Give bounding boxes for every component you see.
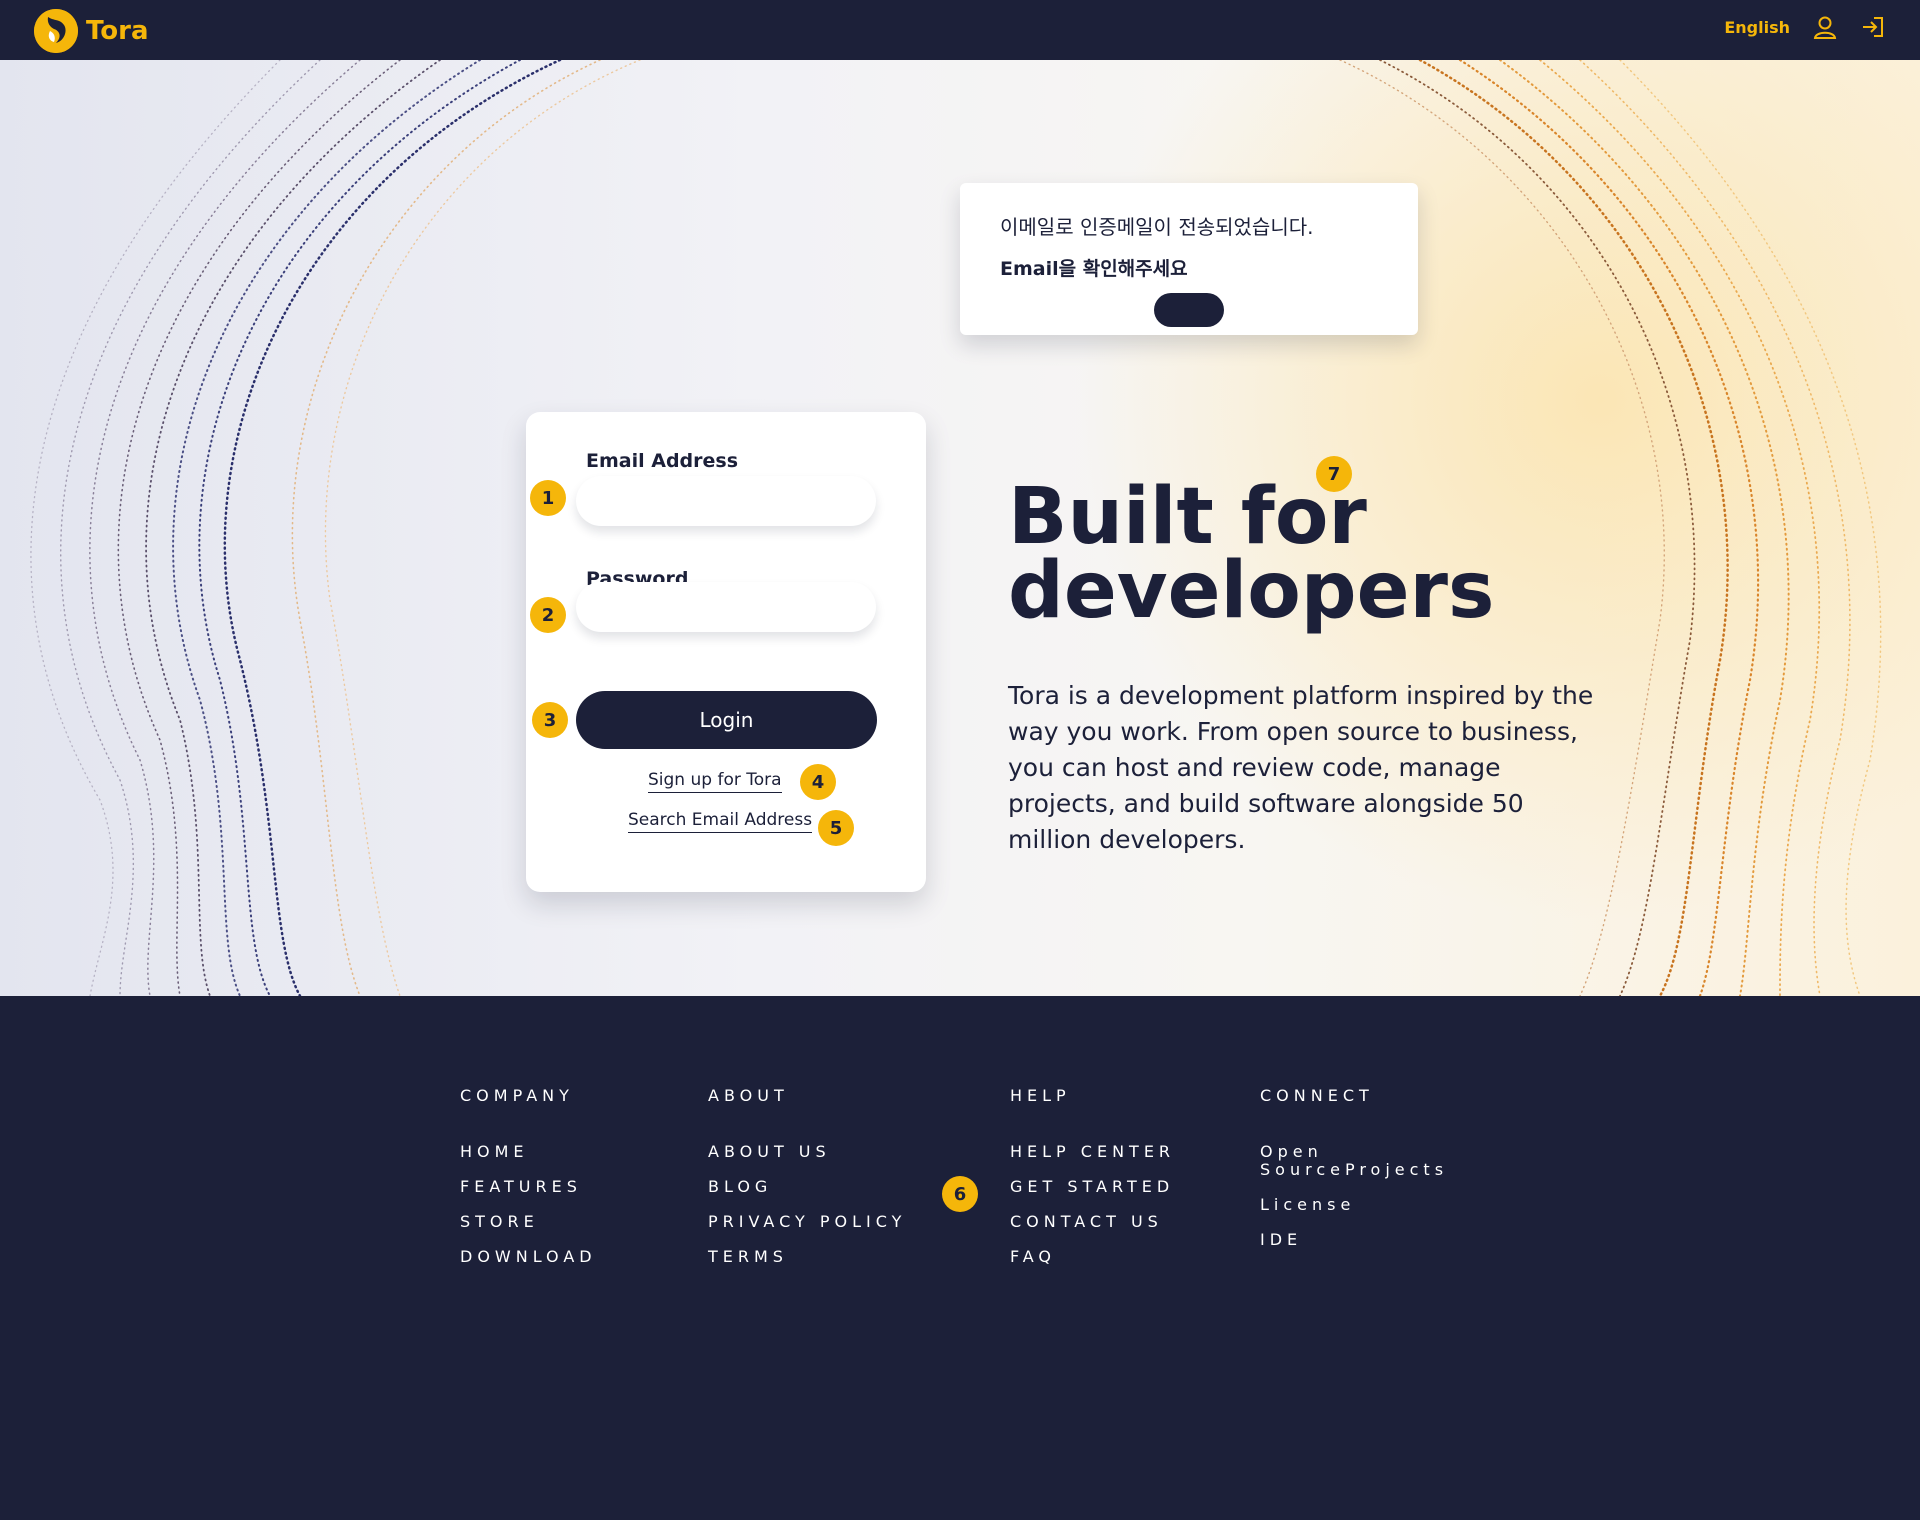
footer-link-open-source-projects[interactable]: Open SourceProjects <box>1260 1143 1443 1179</box>
footer-column-title: CONNECT <box>1260 1086 1374 1105</box>
annotation-badge-7: 7 <box>1316 456 1352 492</box>
annotation-badge-3: 3 <box>532 702 568 738</box>
footer-column-title: HELP <box>1010 1086 1071 1105</box>
notification-instruction: Email을 확인해주세요 <box>1000 258 1188 280</box>
notification-confirm-button[interactable] <box>1154 293 1224 327</box>
footer-link-blog[interactable]: BLOG <box>708 1178 906 1196</box>
footer-column-about: ABOUT ABOUT US BLOG PRIVACY POLICY TERMS <box>708 1086 906 1283</box>
signup-link[interactable]: Sign up for Tora <box>648 770 782 793</box>
footer-link-about-us[interactable]: ABOUT US <box>708 1143 906 1161</box>
hero-section: 이메일로 인증메일이 전송되었습니다. Email을 확인해주세요 Email … <box>0 60 1920 996</box>
login-card: Email Address Password Login Sign up for… <box>526 412 926 892</box>
sign-in-icon[interactable] <box>1860 14 1886 40</box>
top-nav-bar: Tora English <box>0 0 1920 60</box>
footer-link-store[interactable]: STORE <box>460 1213 597 1231</box>
footer-link-contact-us[interactable]: CONTACT US <box>1010 1213 1175 1231</box>
footer-link-terms[interactable]: TERMS <box>708 1248 906 1266</box>
footer-link-home[interactable]: HOME <box>460 1143 597 1161</box>
footer-link-help-center[interactable]: HELP CENTER <box>1010 1143 1175 1161</box>
email-label: Email Address <box>586 450 739 472</box>
footer-link-ide[interactable]: IDE <box>1260 1231 1430 1249</box>
footer-link-privacy-policy[interactable]: PRIVACY POLICY <box>708 1213 906 1231</box>
footer-column-title: COMPANY <box>460 1086 574 1105</box>
user-icon[interactable] <box>1812 14 1838 40</box>
site-footer: COMPANY HOME FEATURES STORE DOWNLOAD ABO… <box>0 996 1920 1520</box>
footer-link-download[interactable]: DOWNLOAD <box>460 1248 597 1266</box>
footer-link-license[interactable]: License <box>1260 1196 1430 1214</box>
footer-column-connect: CONNECT Open SourceProjects License IDE <box>1260 1086 1443 1266</box>
footer-column-title: ABOUT <box>708 1086 789 1105</box>
brand-logo[interactable]: Tora <box>34 9 149 53</box>
footer-column-company: COMPANY HOME FEATURES STORE DOWNLOAD <box>460 1086 597 1283</box>
login-button[interactable]: Login <box>576 691 877 749</box>
brand-name: Tora <box>86 16 149 46</box>
notification-message: 이메일로 인증메일이 전송되었습니다. <box>1000 215 1314 239</box>
footer-link-faq[interactable]: FAQ <box>1010 1248 1175 1266</box>
annotation-badge-6: 6 <box>942 1176 978 1212</box>
annotation-badge-2: 2 <box>530 597 566 633</box>
annotation-badge-5: 5 <box>818 810 854 846</box>
email-field[interactable] <box>576 476 876 526</box>
search-email-link[interactable]: Search Email Address <box>628 810 813 833</box>
annotation-badge-4: 4 <box>800 764 836 800</box>
hero-headline: Built for developers <box>1008 478 1494 630</box>
email-sent-notification: 이메일로 인증메일이 전송되었습니다. Email을 확인해주세요 <box>960 183 1418 335</box>
password-field[interactable] <box>576 582 876 632</box>
footer-link-features[interactable]: FEATURES <box>460 1178 597 1196</box>
footer-column-help: HELP HELP CENTER GET STARTED CONTACT US … <box>1010 1086 1175 1283</box>
footer-link-get-started[interactable]: GET STARTED <box>1010 1178 1175 1196</box>
hero-description: Tora is a development platform inspired … <box>1008 681 1594 854</box>
headline-line-2: developers <box>1008 546 1495 636</box>
language-selector[interactable]: English <box>1724 18 1790 37</box>
tora-logo-icon <box>34 9 78 53</box>
annotation-badge-1: 1 <box>530 480 566 516</box>
